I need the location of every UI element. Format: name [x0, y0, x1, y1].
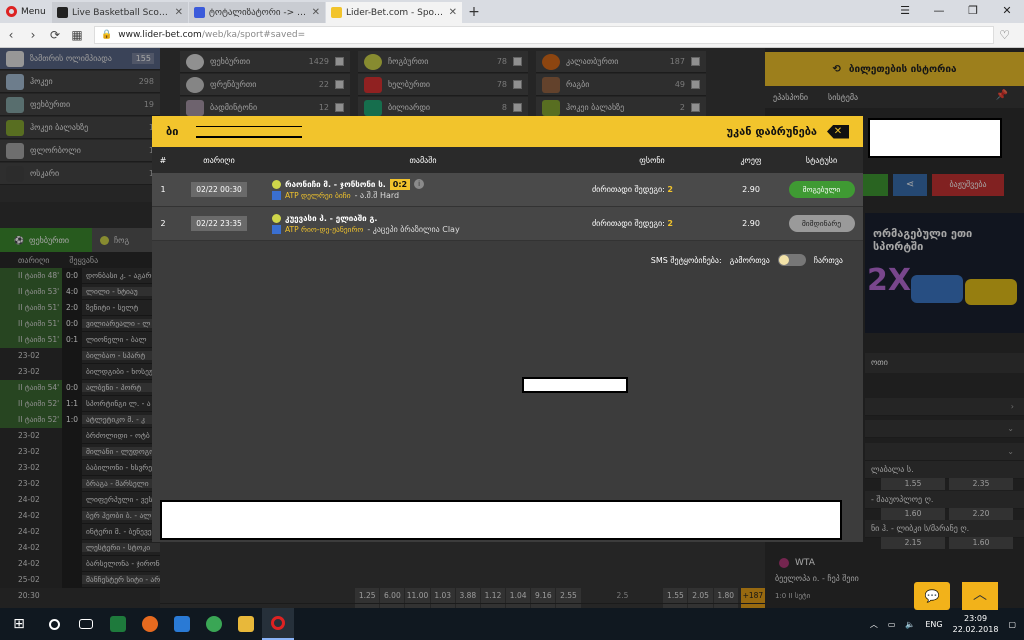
new-tab-button[interactable]: +: [463, 2, 485, 23]
close-icon[interactable]: ✕: [827, 124, 849, 139]
redaction-box: [196, 126, 302, 138]
date-badge: 02/22 23:35: [191, 216, 247, 231]
chat-icon[interactable]: 💬: [914, 582, 950, 610]
status-badge: მოგებული: [788, 181, 855, 198]
windows-start-icon[interactable]: ⊞: [0, 608, 38, 640]
ticket-detail-modal: ბი უკან დაბრუნება ✕ # თარიღი თამაში ფსონ…: [152, 116, 863, 542]
ticket-row: 2 02/22 23:35 კუევასი პ. - ელიაში გ. ATP…: [152, 207, 863, 241]
menu-lines-icon[interactable]: ☰: [888, 0, 922, 23]
ticket-row: 1 02/22 00:30 რაონიჩი მ. - ჯონსონი ს. 0:2…: [152, 173, 863, 207]
firefox-icon[interactable]: [134, 608, 166, 640]
system-tray: ︿ ▭ 🔈 ENG 23:09 22.02.2018 ▢: [870, 608, 1016, 640]
liderbet-site-icon: [331, 7, 342, 18]
tab-totalizator[interactable]: ტოტალიზატორი -> თბ ✕: [189, 2, 325, 23]
notifications-icon[interactable]: ▢: [1008, 620, 1016, 629]
score-badge: 0:2: [389, 178, 411, 190]
chevron-up-icon[interactable]: ︿: [870, 619, 878, 630]
sms-toggle[interactable]: [777, 254, 806, 266]
address-toolbar: ‹ › ⟳ ▦ 🔒 www.lider-bet.com/web/ka/sport…: [0, 23, 1024, 48]
window-controls: ☰ — ❐ ✕: [888, 0, 1024, 23]
excel-icon[interactable]: [102, 608, 134, 640]
close-window-icon[interactable]: ✕: [990, 0, 1024, 23]
scroll-top-icon[interactable]: ︿: [962, 582, 998, 610]
back-arrow-icon[interactable]: ‹: [0, 28, 22, 42]
url-field[interactable]: 🔒 www.lider-bet.com/web/ka/sport#saved=: [94, 26, 994, 44]
back-link[interactable]: უკან დაბრუნება: [727, 125, 817, 138]
tab-liderbet[interactable]: Lider-Bet.com - Sports and ✕: [326, 2, 462, 23]
tab-basketball-scores[interactable]: Live Basketball Scores - NBA ✕: [52, 2, 188, 23]
speed-dial-icon[interactable]: ▦: [66, 28, 88, 42]
close-tab-icon[interactable]: ✕: [312, 7, 320, 18]
redaction-box: [868, 118, 1002, 158]
task-view-icon[interactable]: [70, 608, 102, 640]
language-indicator[interactable]: ENG: [925, 620, 942, 629]
edge-icon[interactable]: [166, 608, 198, 640]
opera-menu-button[interactable]: Menu: [0, 0, 52, 23]
close-tab-icon[interactable]: ✕: [449, 7, 457, 18]
totalizator-site-icon: [194, 7, 205, 18]
lock-icon: 🔒: [101, 30, 113, 40]
redaction-box: [160, 500, 842, 540]
redaction-box: [522, 377, 628, 393]
opera-icon[interactable]: [262, 608, 294, 640]
bookmark-heart-icon[interactable]: ♡: [999, 28, 1010, 42]
basketball-site-icon: [57, 7, 68, 18]
minimize-icon[interactable]: —: [922, 0, 956, 23]
file-explorer-icon[interactable]: [230, 608, 262, 640]
browser-tab-bar: Menu Live Basketball Scores - NBA ✕ ტოტა…: [0, 0, 1024, 23]
clock[interactable]: 23:09 22.02.2018: [953, 613, 999, 635]
status-badge: მიმდინარე: [788, 215, 855, 232]
opera-logo-icon: [6, 6, 17, 17]
volume-icon[interactable]: 🔈: [905, 620, 915, 629]
forward-arrow-icon[interactable]: ›: [22, 28, 44, 42]
ticket-table-header: # თარიღი თამაში ფსონი კოეფ სტატუსი: [152, 147, 863, 173]
date-badge: 02/22 00:30: [191, 182, 247, 197]
close-tab-icon[interactable]: ✕: [175, 7, 183, 18]
info-icon[interactable]: i: [414, 179, 425, 189]
search-icon[interactable]: [38, 608, 70, 640]
reload-icon[interactable]: ⟳: [44, 28, 66, 42]
tournament-icon: [272, 190, 281, 200]
windows-taskbar: ⊞ ︿ ▭ 🔈 ENG 23:09 22.02.2018 ▢: [0, 608, 1024, 640]
tournament-icon: [272, 224, 281, 234]
restore-icon[interactable]: ❐: [956, 0, 990, 23]
tennis-ball-icon: [272, 213, 281, 223]
chrome-icon[interactable]: [198, 608, 230, 640]
network-icon[interactable]: ▭: [888, 620, 896, 629]
tennis-ball-icon: [272, 179, 281, 189]
sms-notification-row: SMS შეტყობინება: გამორთვა ჩართვა: [650, 254, 843, 266]
